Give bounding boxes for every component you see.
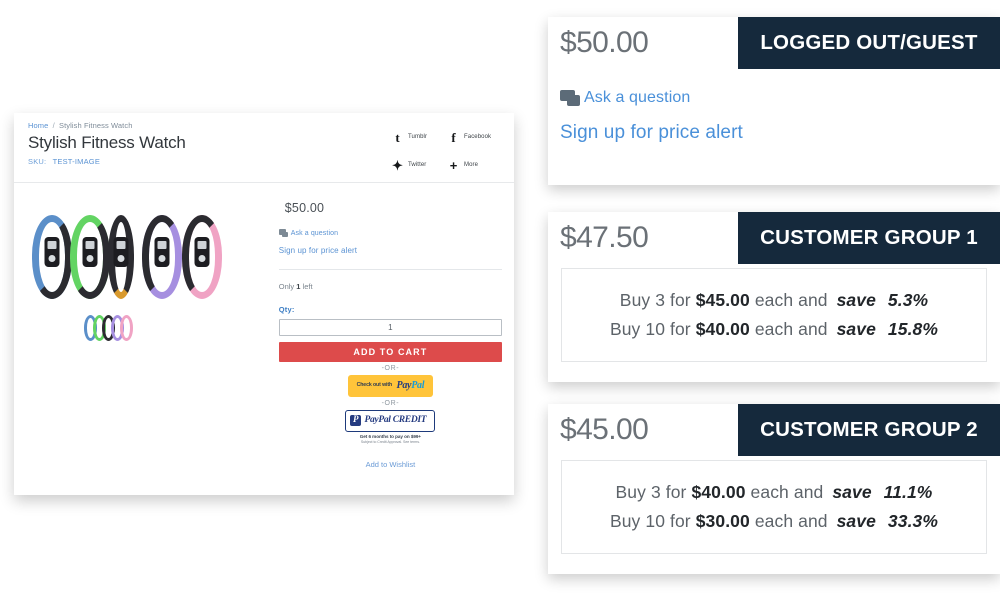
tier-mid-text: each and: [754, 318, 828, 339]
product-body: $50.00 Ask a question Sign up for price …: [14, 183, 514, 494]
paypal-checkout-wrap: Check out with PayPal: [279, 375, 502, 397]
product-hero-image[interactable]: [32, 207, 232, 299]
ask-a-question-link[interactable]: Ask a question: [291, 230, 338, 237]
tier-buy-prefix: Buy 3 for: [619, 290, 691, 310]
sku-label: SKU:: [28, 157, 47, 167]
social-share-group: t Tumblr f Facebook ✦ Twitter + More: [392, 123, 504, 179]
tier-amount: $30.00: [695, 510, 750, 531]
paypal-credit-label: CREDIT: [392, 415, 427, 426]
product-gallery: [26, 195, 271, 494]
status-badge-group1: CUSTOMER GROUP 1: [738, 212, 1000, 264]
card-price-guest: $50.00: [560, 26, 649, 59]
price-card-group1: $47.50 CUSTOMER GROUP 1 Buy 3 for $45.00…: [548, 212, 1000, 382]
guest-ask-a-question-link[interactable]: Ask a question: [584, 89, 690, 107]
more-icon: +: [449, 157, 458, 173]
price-alert-link[interactable]: Sign up for price alert: [279, 246, 502, 255]
or-separator-2: -OR-: [381, 400, 400, 407]
tumblr-icon: t: [395, 129, 400, 145]
chat-bubble-icon: [560, 89, 582, 107]
tier-row: Buy 10 for $40.00 each and save 15.8%: [562, 315, 986, 344]
tier-buy-prefix: Buy 10 for: [609, 318, 691, 339]
paypal-credit-button[interactable]: PayPal CREDIT: [345, 410, 436, 432]
tier-save-word: save: [832, 482, 872, 502]
breadcrumb-current: Stylish Fitness Watch: [58, 121, 133, 130]
share-label-tumblr: Tumblr: [408, 134, 428, 140]
chat-bubble-icon: [278, 229, 289, 237]
product-thumbnail-strip[interactable]: [84, 315, 133, 343]
twitter-icon: ✦: [392, 157, 403, 173]
tier-save-word: save: [836, 318, 876, 339]
guest-price-alert-link[interactable]: Sign up for price alert: [560, 122, 1000, 144]
breadcrumb-home-link[interactable]: Home: [28, 121, 48, 130]
or-separator-1: -OR-: [381, 365, 400, 372]
paypal-credit-wrap: PayPal CREDIT Get 6 months to pay on $99…: [279, 410, 502, 444]
paypal-monogram-icon: [350, 415, 362, 427]
price-card-guest: $50.00 LOGGED OUT/GUEST Ask a question S…: [548, 17, 1000, 185]
paypal-checkout-button[interactable]: Check out with PayPal: [347, 375, 434, 397]
card-body-guest: Ask a question Sign up for price alert: [548, 69, 1000, 144]
guest-ask-a-question-row[interactable]: Ask a question: [560, 89, 1000, 107]
card-header-group1: $47.50 CUSTOMER GROUP 1: [548, 212, 1000, 264]
share-button-facebook[interactable]: f Facebook: [448, 123, 504, 151]
stock-prefix: Only: [278, 282, 295, 291]
tier-buy-prefix: Buy 10 for: [609, 510, 691, 531]
card-header-group2: $45.00 CUSTOMER GROUP 2: [548, 404, 1000, 456]
paypal-credit-fineprint-2: Subject to Credit Approval. See terms.: [360, 440, 420, 444]
product-price: $50.00: [284, 201, 325, 215]
tier-save-percent: 15.8%: [887, 318, 939, 339]
status-badge-group2: CUSTOMER GROUP 2: [738, 404, 1000, 456]
paypal-credit-fineprint-1: Get 6 months to pay on $99+: [359, 434, 422, 439]
tier-save-percent: 33.3%: [887, 510, 939, 531]
paypal-logo-pay: Pay: [396, 379, 412, 391]
breadcrumb-separator: /: [52, 121, 55, 130]
stock-suffix: left: [302, 282, 313, 291]
tier-pricing-box-group1: Buy 3 for $45.00 each and save 5.3% Buy …: [561, 268, 987, 362]
tier-buy-prefix: Buy 3 for: [615, 482, 687, 502]
tier-row: Buy 3 for $40.00 each and save 11.1%: [562, 478, 986, 507]
tier-row: Buy 10 for $30.00 each and save 33.3%: [562, 507, 986, 536]
purchase-column: $50.00 Ask a question Sign up for price …: [271, 195, 502, 494]
tier-pricing-box-group2: Buy 3 for $40.00 each and save 11.1% Buy…: [561, 460, 987, 554]
tier-mid-text: each and: [754, 510, 828, 531]
product-header: Home / Stylish Fitness Watch Stylish Fit…: [14, 113, 514, 183]
tier-amount: $45.00: [695, 290, 750, 310]
tier-amount: $40.00: [691, 482, 746, 502]
tier-row: Buy 3 for $45.00 each and save 5.3%: [562, 286, 986, 315]
tier-amount: $40.00: [695, 318, 750, 339]
quantity-label: Qty:: [278, 305, 295, 314]
tier-save-percent: 5.3%: [887, 290, 929, 310]
thumbnail-5[interactable]: [120, 315, 133, 341]
share-label-twitter: Twitter: [408, 162, 427, 168]
share-button-tumblr[interactable]: t Tumblr: [392, 123, 448, 151]
screenshot-stage: Home / Stylish Fitness Watch Stylish Fit…: [0, 0, 1000, 600]
tier-save-word: save: [836, 510, 876, 531]
add-to-wishlist-link[interactable]: Add to Wishlist: [366, 460, 416, 469]
share-button-twitter[interactable]: ✦ Twitter: [392, 151, 448, 179]
ask-a-question-row[interactable]: Ask a question: [278, 229, 502, 237]
stock-status: Only 1 left: [279, 282, 502, 291]
status-badge-guest: LOGGED OUT/GUEST: [738, 17, 1000, 69]
quantity-input[interactable]: 1: [278, 319, 502, 336]
add-to-cart-button[interactable]: ADD TO CART: [278, 342, 502, 362]
paypal-prefix-label: Check out with: [356, 382, 393, 389]
facebook-icon: f: [451, 129, 456, 145]
card-header-guest: $50.00 LOGGED OUT/GUEST: [548, 17, 1000, 69]
paypal-credit-brand: PayPal: [364, 415, 391, 426]
tier-mid-text: each and: [754, 290, 828, 310]
tier-save-percent: 11.1%: [883, 482, 933, 502]
tier-save-word: save: [836, 290, 876, 310]
card-price-group1: $47.50: [560, 221, 649, 254]
wishlist-row: Add to Wishlist: [279, 454, 502, 472]
sku-value: TEST-IMAGE: [52, 157, 101, 167]
share-label-more: More: [464, 162, 479, 168]
price-card-group2: $45.00 CUSTOMER GROUP 2 Buy 3 for $40.00…: [548, 404, 1000, 574]
tier-mid-text: each and: [750, 482, 824, 502]
share-label-facebook: Facebook: [464, 134, 492, 140]
stock-count: 1: [296, 282, 301, 291]
card-price-group2: $45.00: [560, 413, 649, 446]
product-page-panel: Home / Stylish Fitness Watch Stylish Fit…: [14, 113, 514, 495]
share-button-more[interactable]: + More: [448, 151, 504, 179]
paypal-logo-pal: Pal: [411, 379, 425, 391]
divider: [278, 269, 502, 270]
